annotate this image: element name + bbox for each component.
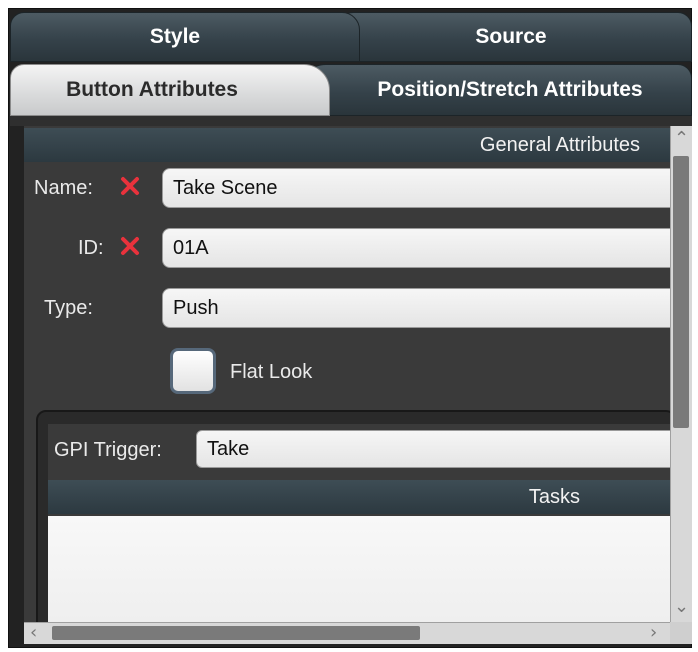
vertical-scrollbar[interactable]: ⌃ ⌄ bbox=[670, 126, 692, 622]
name-label: Name: bbox=[34, 177, 93, 199]
type-value: Push bbox=[173, 296, 219, 319]
scroll-right-icon[interactable]: › bbox=[650, 624, 657, 642]
tab-position-stretch-attributes[interactable]: Position/Stretch Attributes bbox=[298, 64, 692, 116]
scroll-corner bbox=[670, 622, 692, 644]
general-attributes-header: General Attributes bbox=[24, 128, 670, 162]
tab-source[interactable]: Source bbox=[330, 12, 692, 62]
type-label: Type: bbox=[44, 297, 93, 319]
general-attributes-title: General Attributes bbox=[479, 133, 640, 156]
gpi-trigger-label: GPI Trigger: bbox=[54, 439, 162, 461]
name-field[interactable]: Take Scene bbox=[162, 168, 670, 208]
horizontal-scroll-thumb[interactable] bbox=[52, 626, 420, 640]
panel-top-border bbox=[10, 116, 692, 126]
tab-button-attributes[interactable]: Button Attributes bbox=[10, 64, 330, 116]
tasks-header: Tasks bbox=[48, 480, 670, 514]
horizontal-scrollbar[interactable]: ‹ › bbox=[24, 622, 670, 644]
scroll-left-icon[interactable]: ‹ bbox=[30, 624, 37, 642]
gpi-tasks-group: GPI Trigger: Take Tasks bbox=[36, 410, 670, 622]
required-x-icon bbox=[121, 177, 139, 195]
id-value: 01A bbox=[173, 236, 209, 259]
id-field[interactable]: 01A bbox=[162, 228, 670, 268]
tab-style[interactable]: Style bbox=[10, 12, 360, 62]
tab-button-label: Button Attributes bbox=[66, 78, 238, 101]
id-label: ID: bbox=[78, 237, 104, 259]
gpi-trigger-value: Take bbox=[207, 437, 250, 460]
tab-source-label: Source bbox=[475, 25, 547, 48]
tasks-list[interactable] bbox=[48, 516, 670, 622]
vertical-scroll-thumb[interactable] bbox=[673, 156, 689, 428]
flat-look-label: Flat Look bbox=[230, 361, 313, 383]
gpi-trigger-field[interactable]: Take bbox=[196, 430, 670, 468]
scroll-down-icon[interactable]: ⌄ bbox=[674, 598, 689, 616]
flat-look-checkbox[interactable] bbox=[170, 348, 216, 394]
scroll-up-icon[interactable]: ⌃ bbox=[674, 130, 689, 148]
required-x-icon bbox=[121, 237, 139, 255]
content-panel: General Attributes Name: Take Scene ID: … bbox=[24, 126, 670, 622]
name-value: Take Scene bbox=[173, 176, 278, 199]
tab-position-label: Position/Stretch Attributes bbox=[377, 78, 643, 101]
gpi-tasks-inner: GPI Trigger: Take Tasks bbox=[48, 424, 670, 622]
type-select[interactable]: Push bbox=[162, 288, 670, 328]
tab-style-label: Style bbox=[149, 25, 201, 48]
tasks-title: Tasks bbox=[528, 485, 580, 508]
